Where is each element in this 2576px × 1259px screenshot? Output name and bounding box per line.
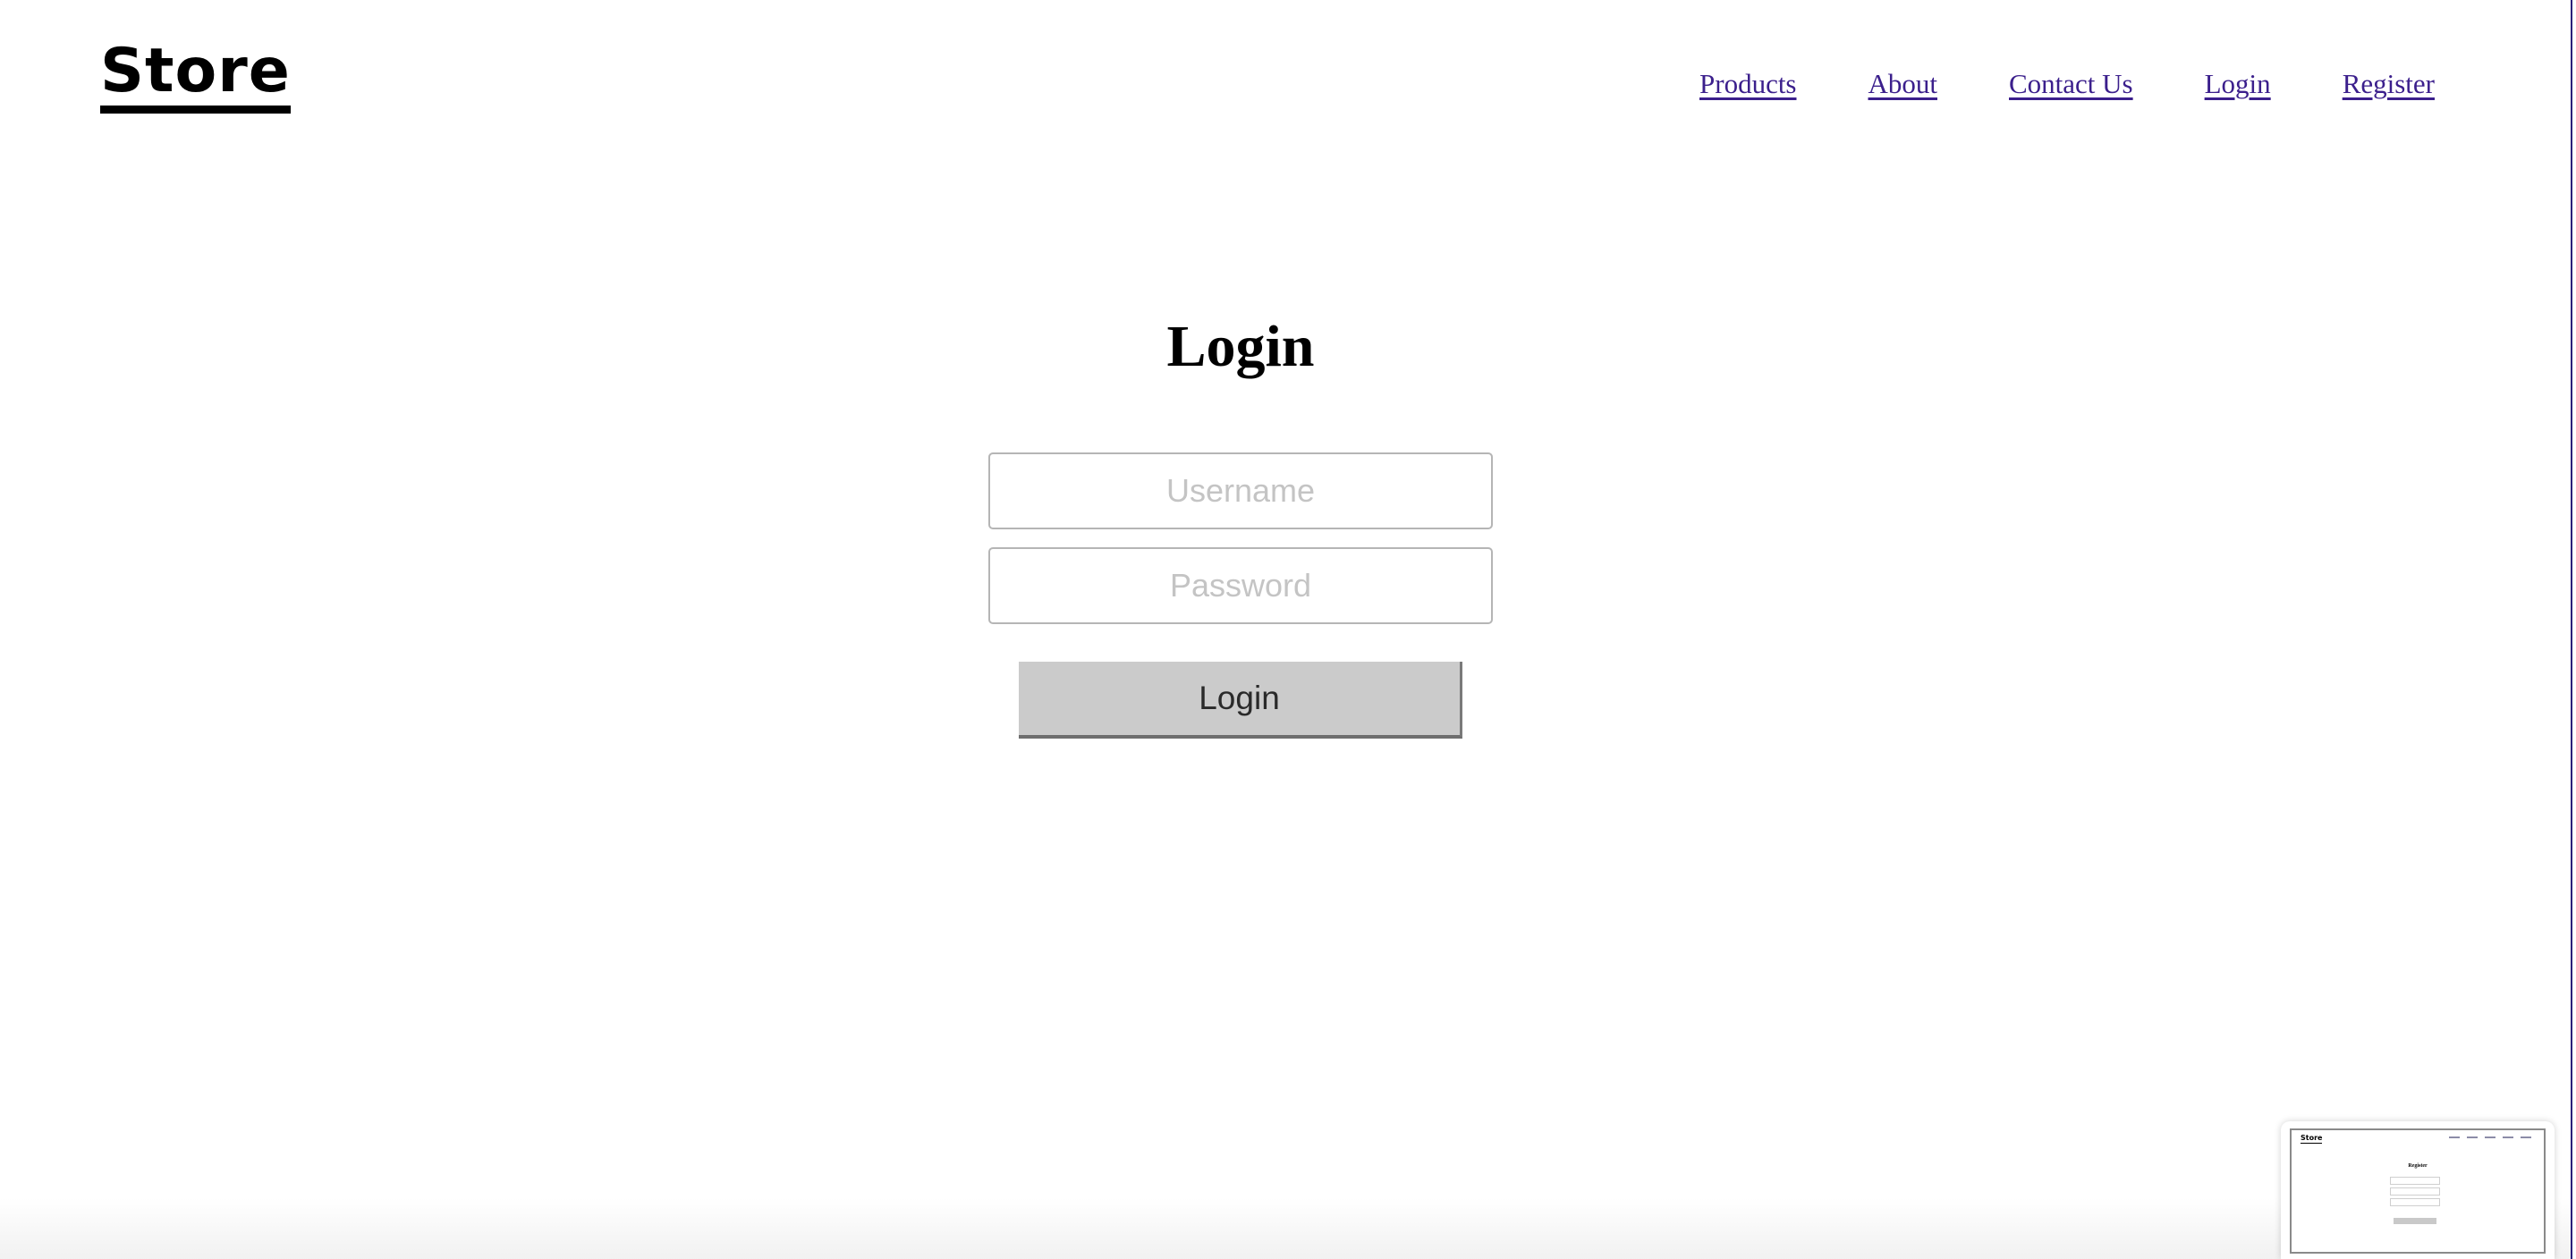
top-nav: Products About Contact Us Login Register bbox=[1699, 64, 2435, 104]
preview-logo: Store bbox=[2301, 1134, 2323, 1144]
password-input[interactable] bbox=[988, 547, 1493, 624]
preview-nav bbox=[2449, 1136, 2531, 1138]
preview-nav-item bbox=[2485, 1136, 2496, 1138]
bottom-shadow bbox=[0, 1198, 2571, 1259]
store-logo[interactable]: Store bbox=[100, 38, 291, 114]
nav-link-products[interactable]: Products bbox=[1699, 64, 1797, 104]
preview-field bbox=[2390, 1187, 2440, 1196]
login-section: Login Login bbox=[0, 304, 2481, 739]
screenshot-preview-thumbnail[interactable]: Store Register bbox=[2281, 1121, 2555, 1259]
window-edge bbox=[2571, 0, 2572, 1259]
nav-link-login[interactable]: Login bbox=[2205, 64, 2271, 104]
page-title: Login bbox=[1166, 314, 1315, 379]
preview-nav-item bbox=[2503, 1136, 2513, 1138]
preview-title: Register bbox=[2408, 1163, 2428, 1169]
preview-page: Store Register bbox=[2290, 1128, 2546, 1254]
username-input[interactable] bbox=[988, 452, 1493, 529]
preview-field bbox=[2390, 1198, 2440, 1206]
nav-link-about[interactable]: About bbox=[1868, 64, 1938, 104]
preview-field bbox=[2390, 1177, 2440, 1185]
preview-nav-item bbox=[2521, 1136, 2531, 1138]
preview-nav-item bbox=[2449, 1136, 2460, 1138]
preview-button bbox=[2394, 1218, 2436, 1224]
login-button[interactable]: Login bbox=[1019, 662, 1462, 739]
nav-link-contact-us[interactable]: Contact Us bbox=[2009, 64, 2133, 104]
preview-nav-item bbox=[2467, 1136, 2478, 1138]
page: Store Products About Contact Us Login Re… bbox=[0, 0, 2576, 1259]
nav-link-register[interactable]: Register bbox=[2343, 64, 2435, 104]
